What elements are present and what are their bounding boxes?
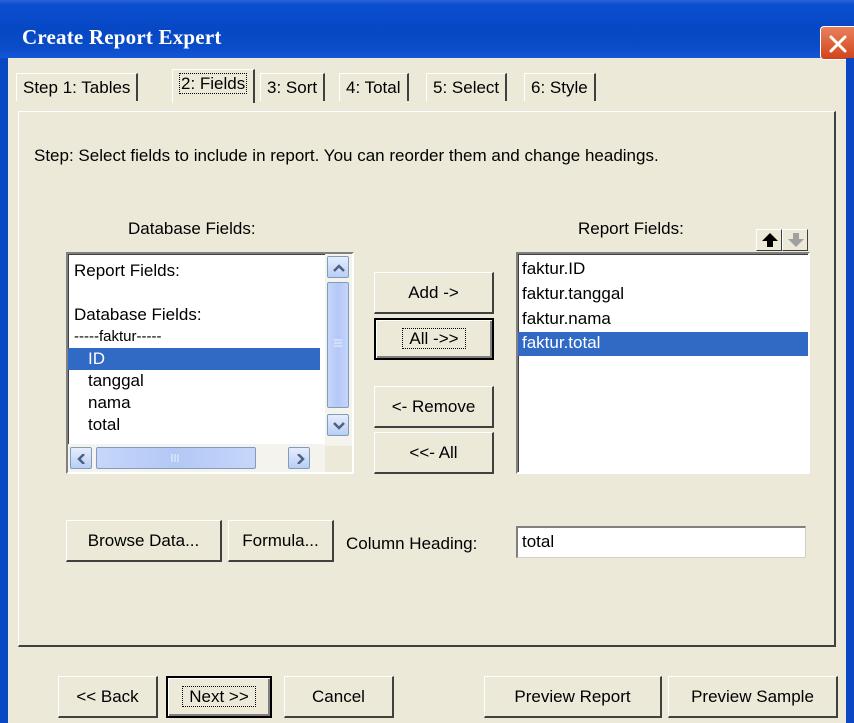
list-item[interactable]: tanggal <box>68 370 318 392</box>
tab-select[interactable]: 5: Select <box>426 73 508 101</box>
next-button-label: Next >> <box>182 686 256 707</box>
tab-label: 3: Sort <box>267 78 318 97</box>
tab-style[interactable]: 6: Style <box>524 73 596 101</box>
list-item[interactable]: faktur.ID <box>518 258 808 280</box>
preview-sample-button-label: Preview Sample <box>691 686 814 706</box>
scrollbar-corner <box>325 446 352 472</box>
arrow-up-icon <box>762 233 778 247</box>
list-item[interactable]: nama <box>68 392 318 414</box>
list-item[interactable]: ID <box>68 348 320 370</box>
scroll-down-button[interactable] <box>327 414 349 436</box>
add-all-button[interactable]: All ->> <box>374 318 494 360</box>
add-button-label: Add -> <box>408 282 459 302</box>
scroll-thumb[interactable] <box>96 447 256 469</box>
chevron-left-icon <box>77 454 85 464</box>
tab-total[interactable]: 4: Total <box>339 73 409 101</box>
browse-data-button[interactable]: Browse Data... <box>66 520 222 562</box>
remove-all-button[interactable]: <<- All <box>374 432 494 474</box>
back-button[interactable]: << Back <box>58 676 158 718</box>
close-button[interactable] <box>820 26 854 60</box>
grip-icon <box>334 339 342 347</box>
browse-data-button-label: Browse Data... <box>87 530 200 550</box>
close-icon <box>829 35 847 53</box>
window-title: Create Report Expert <box>22 25 222 49</box>
remove-button[interactable]: <- Remove <box>374 386 494 428</box>
list-item[interactable]: Database Fields: <box>68 304 318 326</box>
scroll-right-button[interactable] <box>288 447 310 469</box>
move-up-button[interactable] <box>756 229 782 251</box>
title-bar: Create Report Expert <box>0 0 854 60</box>
list-item[interactable]: faktur.total <box>518 332 808 356</box>
chevron-right-icon <box>297 454 305 464</box>
back-button-label: << Back <box>76 686 139 706</box>
list-item[interactable]: total <box>68 414 318 436</box>
chevron-up-icon <box>333 264 345 272</box>
window-frame-right <box>846 58 854 723</box>
reorder-buttons <box>756 229 810 251</box>
preview-sample-button[interactable]: Preview Sample <box>668 676 838 718</box>
cancel-button[interactable]: Cancel <box>284 676 394 718</box>
remove-button-label: <- Remove <box>391 396 476 416</box>
tab-fields[interactable]: 2: Fields <box>172 69 256 103</box>
formula-button-label: Formula... <box>242 530 319 550</box>
tab-tables[interactable]: Step 1: Tables <box>16 73 139 101</box>
tab-label: 4: Total <box>346 78 401 97</box>
add-all-button-label: All ->> <box>402 328 466 349</box>
formula-button[interactable]: Formula... <box>228 520 334 562</box>
list-item[interactable]: faktur.nama <box>518 308 808 330</box>
cancel-button-label: Cancel <box>312 686 365 706</box>
report-fields-list[interactable]: faktur.ID faktur.tanggal faktur.nama fak… <box>516 252 810 474</box>
list-item[interactable]: Report Fields: <box>68 260 318 282</box>
preview-report-button-label: Preview Report <box>514 686 631 706</box>
database-fields-label: Database Fields: <box>128 219 256 238</box>
column-heading-input[interactable]: total <box>516 526 806 558</box>
database-fields-list[interactable]: Report Fields: Database Fields: -----fak… <box>66 252 354 474</box>
remove-all-button-label: <<- All <box>409 442 458 462</box>
tab-label: 6: Style <box>531 78 588 97</box>
tab-label: 2: Fields <box>179 73 248 94</box>
scroll-up-button[interactable] <box>327 256 349 278</box>
window-frame-left <box>0 58 8 723</box>
list-item[interactable] <box>68 282 318 304</box>
tab-label: Step 1: Tables <box>23 78 131 97</box>
list-item[interactable]: -----faktur----- <box>68 326 318 348</box>
scroll-left-button[interactable] <box>70 447 92 469</box>
chevron-down-icon <box>333 422 345 430</box>
tab-sort[interactable]: 3: Sort <box>260 73 326 101</box>
grip-icon <box>171 454 179 462</box>
vertical-scrollbar[interactable] <box>325 254 352 446</box>
list-item[interactable]: faktur.tanggal <box>518 283 808 305</box>
instruction-text: Step: Select fields to include in report… <box>34 146 659 165</box>
report-fields-label: Report Fields: <box>578 219 684 238</box>
scroll-thumb[interactable] <box>327 282 349 408</box>
preview-report-button[interactable]: Preview Report <box>484 676 662 718</box>
next-button[interactable]: Next >> <box>166 676 272 718</box>
horizontal-scrollbar[interactable] <box>68 444 325 472</box>
add-button[interactable]: Add -> <box>374 272 494 314</box>
column-heading-label: Column Heading: <box>346 534 478 553</box>
move-down-button[interactable] <box>782 229 808 251</box>
wizard-tabs: Step 1: Tables 2: Fields 3: Sort 4: Tota… <box>8 60 846 103</box>
arrow-down-icon <box>788 233 804 247</box>
tab-label: 5: Select <box>433 78 500 97</box>
